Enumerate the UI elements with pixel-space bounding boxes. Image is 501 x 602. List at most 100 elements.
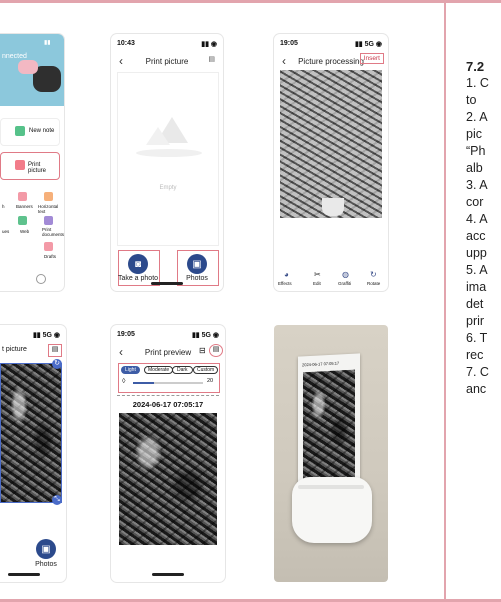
grid-label: Horizontal text bbox=[38, 204, 59, 214]
text-line: pic bbox=[466, 127, 482, 141]
effects-icon[interactable]: ◕ bbox=[284, 270, 289, 279]
printer-icon[interactable]: ▤ bbox=[208, 55, 215, 63]
text-line: ima bbox=[466, 280, 487, 294]
grid-icon-drafts bbox=[44, 242, 53, 251]
slider-value: 20 bbox=[207, 378, 214, 384]
page-title: Picture processing bbox=[298, 56, 364, 66]
page-title: Print preview bbox=[144, 347, 192, 357]
card-new-note[interactable]: New note bbox=[0, 118, 60, 146]
phone-print-picture: 10:43 ▮▮ ◉ ‹ Print picture ▤ Empty ◙ Take a… bbox=[111, 34, 223, 291]
text-line: 4. A bbox=[466, 212, 488, 226]
status-icons: ▮▮ 5G ◉ bbox=[191, 332, 219, 339]
instruction-text-column: 7.2 1. C to 2. A pic “Ph alb 3. A cor 4.… bbox=[466, 58, 501, 398]
mountain-small bbox=[146, 127, 170, 145]
back-icon[interactable]: ‹ bbox=[119, 345, 123, 359]
printer-button[interactable]: ▤ bbox=[48, 344, 62, 357]
status-time: 19:05 bbox=[117, 331, 135, 338]
text-line: 2. A bbox=[466, 110, 488, 124]
back-icon[interactable]: ‹ bbox=[282, 54, 286, 68]
ground-shadow bbox=[136, 149, 202, 157]
rotate-icon[interactable]: ↻ bbox=[370, 270, 377, 279]
mode-custom[interactable]: Custom bbox=[193, 366, 219, 374]
page-frame bbox=[0, 0, 501, 602]
resize-handle-icon[interactable]: ⤡ bbox=[52, 495, 62, 505]
insert-button[interactable]: Insert bbox=[359, 53, 384, 64]
grid-label: Print documents bbox=[42, 227, 64, 237]
grid-icon-documents bbox=[44, 216, 53, 225]
grid-icon-banners bbox=[18, 192, 27, 201]
text-line: prir bbox=[466, 314, 485, 328]
phone-print-preview: 19:05 ▮▮ 5G ◉ ‹ Print preview ⊟ ▤ Light Mo… bbox=[111, 325, 225, 582]
printer-top bbox=[18, 60, 38, 74]
photos-icon[interactable]: ▣ bbox=[187, 254, 207, 274]
mode-moderate[interactable]: Moderate bbox=[144, 366, 174, 374]
profile-icon[interactable] bbox=[36, 274, 46, 284]
tear-line bbox=[117, 395, 219, 396]
printer-slot bbox=[298, 485, 364, 489]
preview-image bbox=[119, 413, 217, 545]
empty-text: Empty bbox=[159, 185, 177, 191]
tool-label: Effects bbox=[278, 281, 292, 286]
rotate-handle-icon[interactable]: ↻ bbox=[52, 359, 62, 369]
note-icon bbox=[15, 126, 25, 136]
processed-image bbox=[280, 70, 382, 218]
text-line: to bbox=[466, 93, 477, 107]
grid-label: Web bbox=[20, 229, 30, 234]
graffiti-icon[interactable]: ◍ bbox=[342, 270, 349, 279]
printed-image bbox=[303, 369, 355, 483]
grid-label: Banners bbox=[16, 204, 33, 209]
page-title: Print picture bbox=[145, 56, 189, 66]
share-icon[interactable]: ⊟ bbox=[199, 346, 206, 355]
card-label: New note bbox=[29, 128, 55, 134]
photos-label: Photos bbox=[35, 561, 57, 568]
edit-toolbar: ◕ ✂ ◍ ↻ Effects Edit Graffiti Rotate bbox=[274, 270, 388, 290]
selected-image bbox=[0, 363, 62, 503]
text-line: 6. T bbox=[466, 331, 488, 345]
mountain-illustration bbox=[146, 117, 194, 147]
status-icons: ▮▮ 5G ◉ bbox=[32, 332, 60, 339]
mode-light[interactable]: Light bbox=[121, 366, 140, 374]
photos-label: Photos bbox=[186, 275, 208, 282]
text-line: 7. C bbox=[466, 365, 489, 379]
connected-text: nnected bbox=[2, 53, 27, 60]
status-icons: ▮▮ 5G ◉ bbox=[354, 41, 382, 48]
text-line: 1. C bbox=[466, 76, 489, 90]
pot bbox=[322, 198, 344, 216]
status-time: 10:43 bbox=[117, 40, 135, 47]
home-indicator bbox=[152, 573, 184, 576]
text-line: cor bbox=[466, 195, 484, 209]
column-divider bbox=[444, 0, 446, 602]
phone-home: nnected ▮▮ New note Print picture h Bann… bbox=[0, 34, 64, 291]
tool-label: Edit bbox=[313, 281, 321, 286]
text-line: acc bbox=[466, 229, 486, 243]
mode-dark[interactable]: Dark bbox=[172, 366, 193, 374]
home-header: nnected ▮▮ bbox=[0, 34, 64, 106]
back-icon[interactable]: ‹ bbox=[119, 54, 123, 68]
grid-label: ues bbox=[2, 229, 10, 234]
timestamp: 2024-06-17 07:05:17 bbox=[132, 400, 204, 409]
text-line: 5. A bbox=[466, 263, 488, 277]
tool-label: Rotate bbox=[367, 281, 381, 286]
density-slider[interactable] bbox=[133, 382, 203, 384]
printer-button[interactable]: ▤ bbox=[209, 344, 223, 357]
print-stamp: 2024-06-17 07:05:17 bbox=[302, 360, 340, 368]
phone-print-picture-image: ▮▮ 5G ◉ t picture ▤ ↻ ⤡ ▣ Photos bbox=[0, 325, 66, 582]
edit-icon[interactable]: ✂ bbox=[314, 270, 321, 279]
grid-icon-web bbox=[18, 216, 27, 225]
status-icons: ▮▮ ◉ bbox=[201, 41, 217, 48]
printed-output-photo: 2024-06-17 07:05:17 bbox=[274, 325, 388, 582]
ink-drop-icon: ◊ bbox=[122, 378, 126, 385]
grid-icon-horizontal-text bbox=[44, 192, 53, 201]
signal-icon: ▮▮ bbox=[44, 40, 51, 46]
text-line: “Ph bbox=[466, 144, 486, 158]
card-print-picture[interactable]: Print picture bbox=[0, 152, 60, 180]
text-line: det bbox=[466, 297, 484, 311]
section-heading: 7.2 bbox=[466, 59, 485, 74]
empty-area: Empty bbox=[117, 72, 219, 246]
text-line: upp bbox=[466, 246, 487, 260]
photos-icon[interactable]: ▣ bbox=[36, 539, 56, 559]
function-grid: h Banners Horizontal text ues Web Print … bbox=[0, 186, 64, 266]
grid-label: Drafts bbox=[44, 254, 57, 259]
picture-icon bbox=[15, 160, 25, 170]
camera-icon[interactable]: ◙ bbox=[128, 254, 148, 274]
